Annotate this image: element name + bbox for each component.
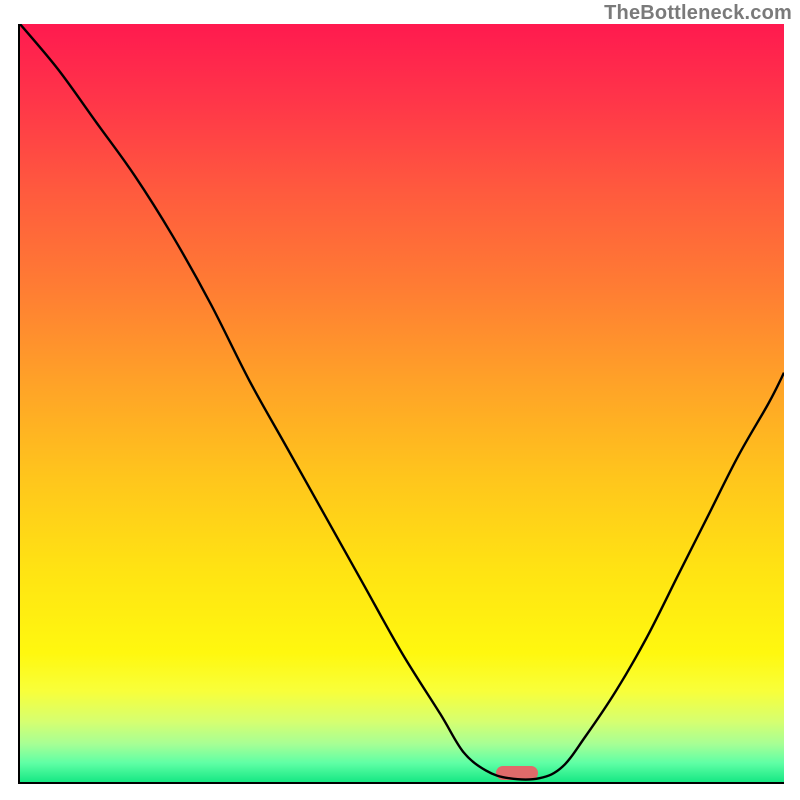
watermark-text: TheBottleneck.com (604, 2, 792, 25)
plot-area (18, 24, 784, 784)
bottleneck-curve (20, 24, 784, 782)
chart-container: TheBottleneck.com (0, 0, 800, 800)
